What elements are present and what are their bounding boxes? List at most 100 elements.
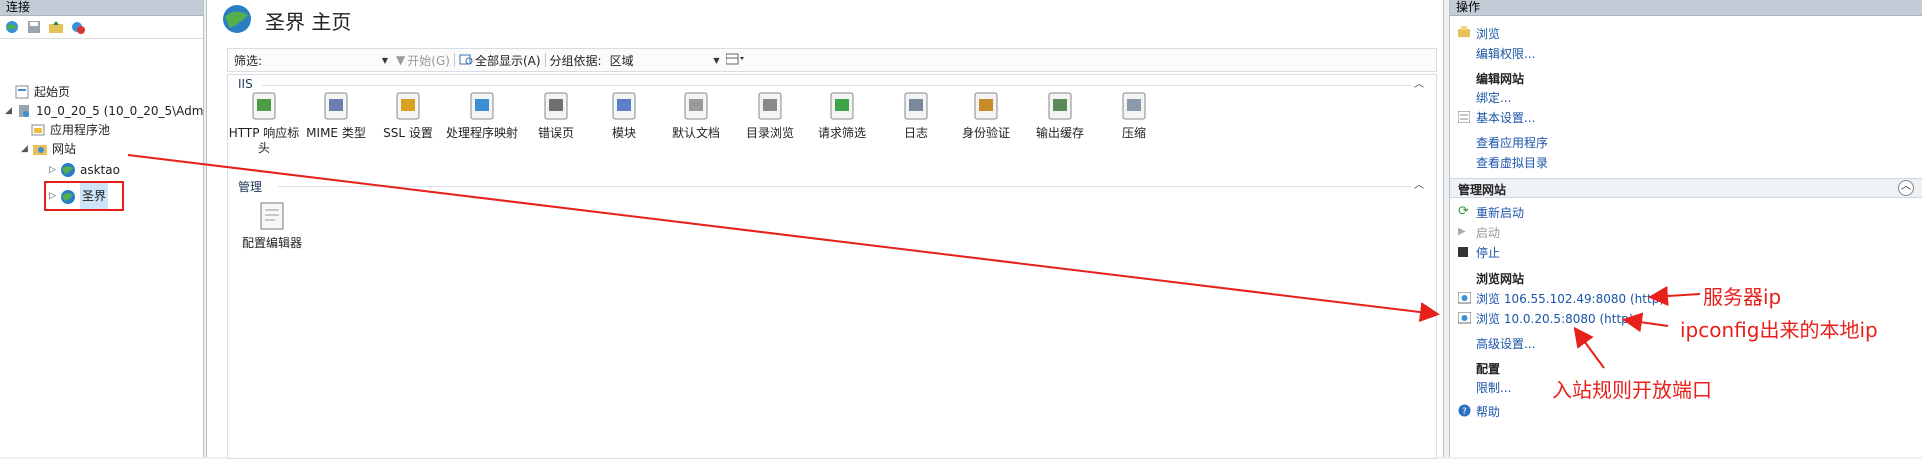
- limits-link[interactable]: 限制...: [1476, 379, 1511, 396]
- server-ip-annotation: 服务器ip: [1703, 285, 1782, 309]
- feature-mime-types[interactable]: MIME 类型: [300, 89, 372, 141]
- collapse-chevron-icon[interactable]: ︿: [1414, 75, 1424, 90]
- app-pool-icon: [30, 122, 46, 138]
- feature-label: 错误页: [537, 126, 574, 140]
- page-title: 圣界 主页: [265, 9, 352, 34]
- dropdown-arrow-icon: ▼: [713, 55, 720, 65]
- up-folder-icon[interactable]: [48, 19, 64, 35]
- filter-bar: 筛选: ▼ ▼ 开始(G) 全部显示(A) 分组依据: 区域 ▼: [227, 48, 1437, 72]
- advanced-settings-link[interactable]: 高级设置...: [1476, 335, 1535, 352]
- collapse-chevron-icon[interactable]: ︿: [1414, 176, 1424, 191]
- help-link[interactable]: 帮助: [1476, 403, 1500, 420]
- tree-label: 圣界: [80, 183, 109, 209]
- browse-local-ip-link[interactable]: 浏览 10.0.20.5:8080 (http): [1476, 310, 1633, 327]
- view-applications-link[interactable]: 查看应用程序: [1476, 134, 1548, 151]
- actions-title: 操作: [1450, 0, 1922, 16]
- filter-input[interactable]: ▼: [268, 56, 388, 65]
- tree-item-site-asktao[interactable]: ▷ asktao: [48, 161, 120, 179]
- feature-logging[interactable]: 日志: [880, 89, 952, 141]
- local-ip-annotation: ipconfig出来的本地ip: [1680, 318, 1878, 342]
- feature-label: 压缩: [1121, 126, 1146, 140]
- request-filtering-icon: [825, 89, 859, 123]
- sites-folder-icon: [32, 141, 48, 157]
- expand-icon[interactable]: ▷: [48, 183, 57, 209]
- view-toggle-icon[interactable]: [725, 53, 744, 68]
- http-response-headers-icon: [247, 89, 281, 123]
- tree-item-site-shengjie[interactable]: ▷ 圣界: [44, 181, 125, 211]
- basic-settings-link[interactable]: 基本设置...: [1476, 109, 1535, 126]
- feature-label: 输出缓存: [1035, 126, 1084, 140]
- feature-directory-browsing[interactable]: 目录浏览: [734, 89, 806, 141]
- configure-header: 配置: [1476, 362, 1501, 376]
- group-by-label: 分组依据:: [549, 53, 602, 68]
- authentication-icon: [969, 89, 1003, 123]
- features-pane: 圣界 主页 筛选: ▼ ▼ 开始(G) 全部显示(A) 分组依据: 区域 ▼ II…: [206, 0, 1444, 459]
- logging-icon: [899, 89, 933, 123]
- tree-item-sites[interactable]: ◢ 网站: [20, 140, 76, 158]
- handler-mappings-icon: [465, 89, 499, 123]
- manage-site-section: [1450, 178, 1922, 198]
- go-button[interactable]: 开始(G): [407, 52, 450, 69]
- separator: [544, 53, 546, 67]
- save-icon[interactable]: [26, 19, 42, 35]
- collapse-section-icon[interactable]: ︿: [1898, 180, 1914, 196]
- disconnect-icon[interactable]: [70, 19, 86, 35]
- browse-link[interactable]: 浏览: [1476, 25, 1500, 42]
- show-all-button[interactable]: 全部显示(A): [475, 52, 541, 69]
- browse-folder-icon: [1458, 26, 1470, 38]
- default-document-icon: [679, 89, 713, 123]
- inbound-rule-annotation: 入站规则开放端口: [1552, 378, 1712, 402]
- feature-default-document[interactable]: 默认文档: [660, 89, 732, 141]
- start-link[interactable]: 启动: [1476, 224, 1500, 241]
- feature-compression[interactable]: 压缩: [1098, 89, 1170, 141]
- stop-icon: [1458, 246, 1470, 258]
- expand-icon[interactable]: ▷: [48, 161, 57, 179]
- dropdown-arrow-icon: ▼: [381, 55, 389, 65]
- feature-label: 配置编辑器: [241, 236, 302, 250]
- feature-ssl-settings[interactable]: SSL 设置: [372, 89, 444, 141]
- tree-label: 应用程序池: [50, 123, 111, 137]
- feature-config-editor[interactable]: 配置编辑器: [232, 199, 312, 251]
- restart-link[interactable]: 重新启动: [1476, 204, 1524, 221]
- group-divider: [262, 85, 1412, 86]
- features-view: IIS ︿ HTTP 响应标头 MIME 类型 SSL 设置 处理程序映射 错误页 模块默…: [227, 74, 1437, 459]
- feature-http-response-headers[interactable]: HTTP 响应标头: [228, 89, 300, 156]
- feature-request-filtering[interactable]: 请求筛选: [806, 89, 878, 141]
- feature-output-caching[interactable]: 输出缓存: [1024, 89, 1096, 141]
- compression-icon: [1117, 89, 1151, 123]
- tree-label: 10_0_20_5 (10_0_20_5\Adm: [36, 104, 204, 118]
- feature-label: 处理程序映射: [446, 126, 519, 140]
- bindings-link[interactable]: 绑定...: [1476, 89, 1511, 106]
- tree-label: 起始页: [34, 85, 71, 99]
- restart-icon: ⟳: [1458, 204, 1469, 219]
- start-icon: ▶: [1458, 226, 1466, 237]
- group-by-select[interactable]: 区域 ▼: [610, 52, 720, 69]
- browse-site-header: 浏览网站: [1476, 272, 1525, 286]
- browse-public-ip-link[interactable]: 浏览 106.55.102.49:8080 (http): [1476, 290, 1664, 307]
- feature-label: 身份验证: [961, 126, 1010, 140]
- server-icon: [16, 103, 32, 119]
- stop-link[interactable]: 停止: [1476, 244, 1500, 261]
- edit-permissions-link[interactable]: 编辑权限...: [1476, 45, 1535, 62]
- settings-icon: [1457, 110, 1471, 124]
- start-page-icon: [14, 84, 30, 100]
- feature-authentication[interactable]: 身份验证: [950, 89, 1022, 141]
- feature-label: 模块: [611, 126, 636, 140]
- collapse-icon[interactable]: ◢: [4, 102, 13, 120]
- group-by-value: 区域: [609, 53, 634, 68]
- view-virtual-directories-link[interactable]: 查看虚拟目录: [1476, 154, 1548, 171]
- browser-window-icon: [1457, 311, 1472, 324]
- tree-item-server[interactable]: ◢ 10_0_20_5 (10_0_20_5\Adm: [4, 102, 203, 120]
- globe-icon: [60, 162, 76, 178]
- filter-label: 筛选:: [234, 53, 263, 68]
- feature-error-pages[interactable]: 错误页: [520, 89, 592, 141]
- tree-item-start-page[interactable]: 起始页: [14, 83, 70, 101]
- feature-handler-mappings[interactable]: 处理程序映射: [446, 89, 518, 141]
- help-icon: ?: [1458, 404, 1471, 417]
- collapse-icon[interactable]: ◢: [20, 140, 29, 158]
- feature-modules[interactable]: 模块: [588, 89, 660, 141]
- connections-pane: 连接 起始页 ◢ 10_0_20_5 (10_0_20_5\Adm 应用程序池: [0, 0, 204, 457]
- connect-globe-icon[interactable]: [4, 19, 20, 35]
- tree-item-app-pools[interactable]: 应用程序池: [30, 121, 110, 139]
- output-caching-icon: [1043, 89, 1077, 123]
